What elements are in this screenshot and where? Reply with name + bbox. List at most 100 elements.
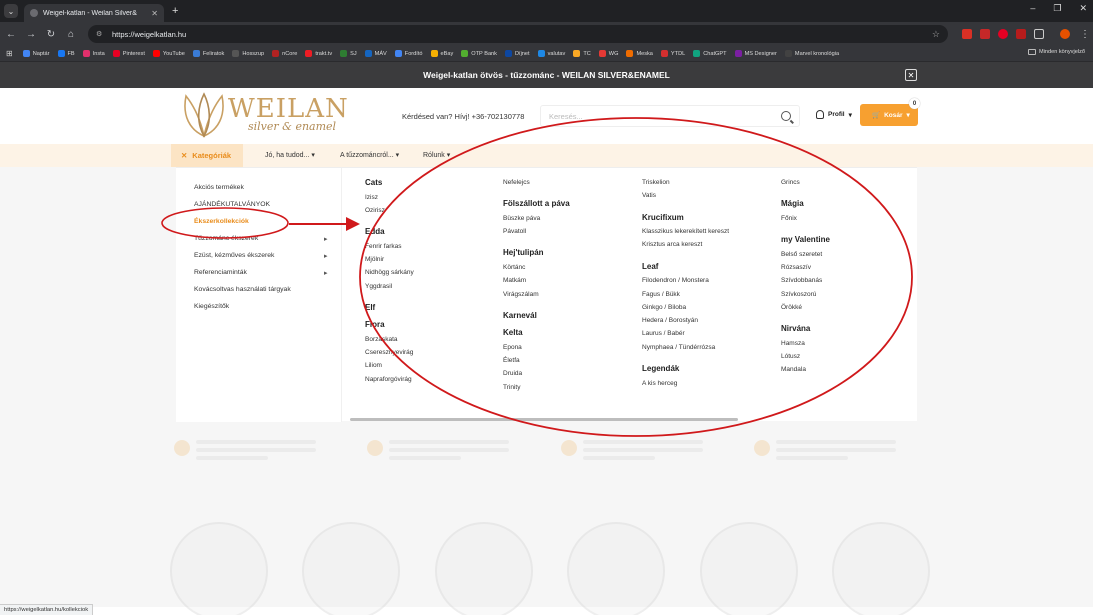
collection-item[interactable]: Pávatoll: [503, 228, 526, 235]
collection-item[interactable]: Ginkgo / Biloba: [642, 304, 686, 311]
collection-item[interactable]: Trinity: [503, 384, 520, 391]
extension-icon[interactable]: [980, 29, 990, 39]
profile-avatar-icon[interactable]: [1060, 29, 1070, 39]
bookmark-item[interactable]: YTDL: [660, 50, 685, 57]
restore-icon[interactable]: ❐: [1053, 3, 1061, 14]
bookmark-item[interactable]: ChatGPT: [693, 50, 727, 57]
all-bookmarks[interactable]: Minden könyvjelző: [1027, 49, 1085, 55]
collection-item[interactable]: Rózsaszív: [781, 264, 811, 271]
search-input[interactable]: Keresés...: [540, 105, 800, 127]
collection-item[interactable]: Klasszikus lekerekített kereszt: [642, 228, 729, 235]
collection-group-title[interactable]: Kelta: [503, 328, 523, 337]
collection-item[interactable]: Vatis: [642, 192, 656, 199]
chevron-right-icon[interactable]: ▸: [324, 269, 328, 277]
collection-item[interactable]: Szívdobbanás: [781, 277, 822, 284]
chevron-right-icon[interactable]: ▸: [324, 235, 328, 243]
bookmark-item[interactable]: Insta: [82, 50, 105, 57]
nav-item-jo-ha-tudod[interactable]: Jó, ha tudod... ▾: [265, 151, 315, 159]
extensions-puzzle-icon[interactable]: [1034, 29, 1044, 39]
forward-icon[interactable]: →: [22, 29, 40, 40]
collection-item[interactable]: Hamsza: [781, 340, 805, 347]
horizontal-scrollbar[interactable]: [350, 418, 738, 421]
back-icon[interactable]: ←: [2, 29, 20, 40]
collection-item[interactable]: Epona: [503, 344, 522, 351]
site-info-icon[interactable]: ⚙: [96, 30, 106, 38]
bookmark-item[interactable]: OTP Bank: [461, 50, 497, 57]
collection-item[interactable]: A kis herceg: [642, 380, 677, 387]
collection-item[interactable]: Büszke páva: [503, 215, 540, 222]
collection-item[interactable]: Liliom: [365, 362, 382, 369]
collection-item[interactable]: Nidhögg sárkány: [365, 269, 414, 276]
collection-item[interactable]: Örökké: [781, 304, 802, 311]
collection-item[interactable]: Cseresznyevirág: [365, 349, 413, 356]
cart-button[interactable]: 🛒 Kosár ▾ 0: [860, 98, 920, 126]
collection-item[interactable]: Fagus / Bükk: [642, 291, 680, 298]
collection-group-title[interactable]: my Valentine: [781, 235, 830, 244]
banner-close-icon[interactable]: ✕: [905, 69, 917, 81]
apps-grid-icon[interactable]: ⊞: [6, 49, 13, 58]
bookmark-item[interactable]: FB: [57, 50, 75, 57]
collection-item[interactable]: Ozirisz: [365, 207, 385, 214]
bookmark-item[interactable]: SJ: [340, 50, 357, 57]
bookmark-item[interactable]: WG: [598, 50, 618, 57]
collection-item[interactable]: Mjölnir: [365, 256, 384, 263]
category-item[interactable]: Tűzzománc ékszerek: [194, 235, 258, 242]
collection-item[interactable]: Yggdrasil: [365, 283, 392, 290]
browser-menu-icon[interactable]: ⋮: [1080, 29, 1090, 40]
bookmark-item[interactable]: Fordító: [394, 50, 423, 57]
category-item[interactable]: Akciós termékek: [194, 184, 244, 191]
collection-item[interactable]: Hedera / Borostyán: [642, 317, 698, 324]
collection-item[interactable]: Mandala: [781, 366, 806, 373]
bookmark-item[interactable]: valutav: [537, 50, 565, 57]
collection-group-title[interactable]: Edda: [365, 227, 385, 236]
bookmark-item[interactable]: nCore: [272, 50, 297, 57]
collection-group-title[interactable]: Cats: [365, 178, 382, 187]
address-bar[interactable]: ⚙ https://weigelkatlan.hu ☆: [88, 25, 948, 43]
chevron-right-icon[interactable]: ▸: [324, 252, 328, 260]
collection-item[interactable]: Krisztus arca kereszt: [642, 241, 702, 248]
category-item[interactable]: Kiegészítők: [194, 303, 229, 310]
collection-item[interactable]: Nefelejcs: [503, 179, 530, 186]
bookmark-item[interactable]: Hosszup: [232, 50, 264, 57]
extension-icon[interactable]: [1016, 29, 1026, 39]
collection-item[interactable]: Matkám: [503, 277, 526, 284]
collection-item[interactable]: Virágszálam: [503, 291, 539, 298]
collection-item[interactable]: Körtánc: [503, 264, 525, 271]
close-window-icon[interactable]: ✕: [1079, 3, 1087, 14]
bookmark-star-icon[interactable]: ☆: [932, 29, 940, 40]
category-item[interactable]: Kovácsoltvas használati tárgyak: [194, 286, 291, 293]
browser-tab[interactable]: Weigel-katlan - Weilan Silver& ✕: [24, 4, 164, 22]
category-item[interactable]: Ékszerkollekciók: [194, 218, 249, 225]
collection-item[interactable]: Életfa: [503, 357, 520, 364]
profile-button[interactable]: Profil ▾: [816, 110, 852, 119]
collection-group-title[interactable]: Leaf: [642, 262, 658, 271]
collection-item[interactable]: Izisz: [365, 194, 378, 201]
bookmark-item[interactable]: Marvel kronológia: [784, 50, 839, 57]
bookmark-item[interactable]: MÁV: [364, 50, 387, 57]
tab-search-icon[interactable]: ⌄: [4, 4, 18, 18]
tab-close-icon[interactable]: ✕: [151, 9, 158, 18]
bookmark-item[interactable]: Meska: [626, 50, 653, 57]
collection-item[interactable]: Belső szeretet: [781, 251, 822, 258]
extension-icon[interactable]: [962, 29, 972, 39]
collection-item[interactable]: Triskelion: [642, 179, 670, 186]
collection-item[interactable]: Druida: [503, 370, 522, 377]
reload-icon[interactable]: ↻: [42, 29, 60, 40]
bookmark-item[interactable]: YouTube: [152, 50, 185, 57]
category-item[interactable]: Ezüst, kézműves ékszerek: [194, 252, 274, 259]
new-tab-icon[interactable]: +: [172, 5, 178, 17]
collection-item[interactable]: Filodendron / Monstera: [642, 277, 709, 284]
minimize-icon[interactable]: –: [1030, 3, 1035, 14]
collection-group-title[interactable]: Elf: [365, 303, 375, 312]
bookmark-item[interactable]: Pinterest: [112, 50, 145, 57]
extension-icon[interactable]: [998, 29, 1008, 39]
collection-item[interactable]: Borzaskata: [365, 336, 398, 343]
collection-group-title[interactable]: Legendák: [642, 364, 679, 373]
bookmark-item[interactable]: trakt.tv: [305, 50, 332, 57]
search-icon[interactable]: [781, 111, 791, 121]
collection-group-title[interactable]: Fölszállott a páva: [503, 199, 570, 208]
bookmark-item[interactable]: Feliratok: [192, 50, 224, 57]
collection-item[interactable]: Grincs: [781, 179, 800, 186]
collection-group-title[interactable]: Nirvána: [781, 324, 810, 333]
categories-toggle[interactable]: ✕ Kategóriák: [171, 144, 243, 167]
